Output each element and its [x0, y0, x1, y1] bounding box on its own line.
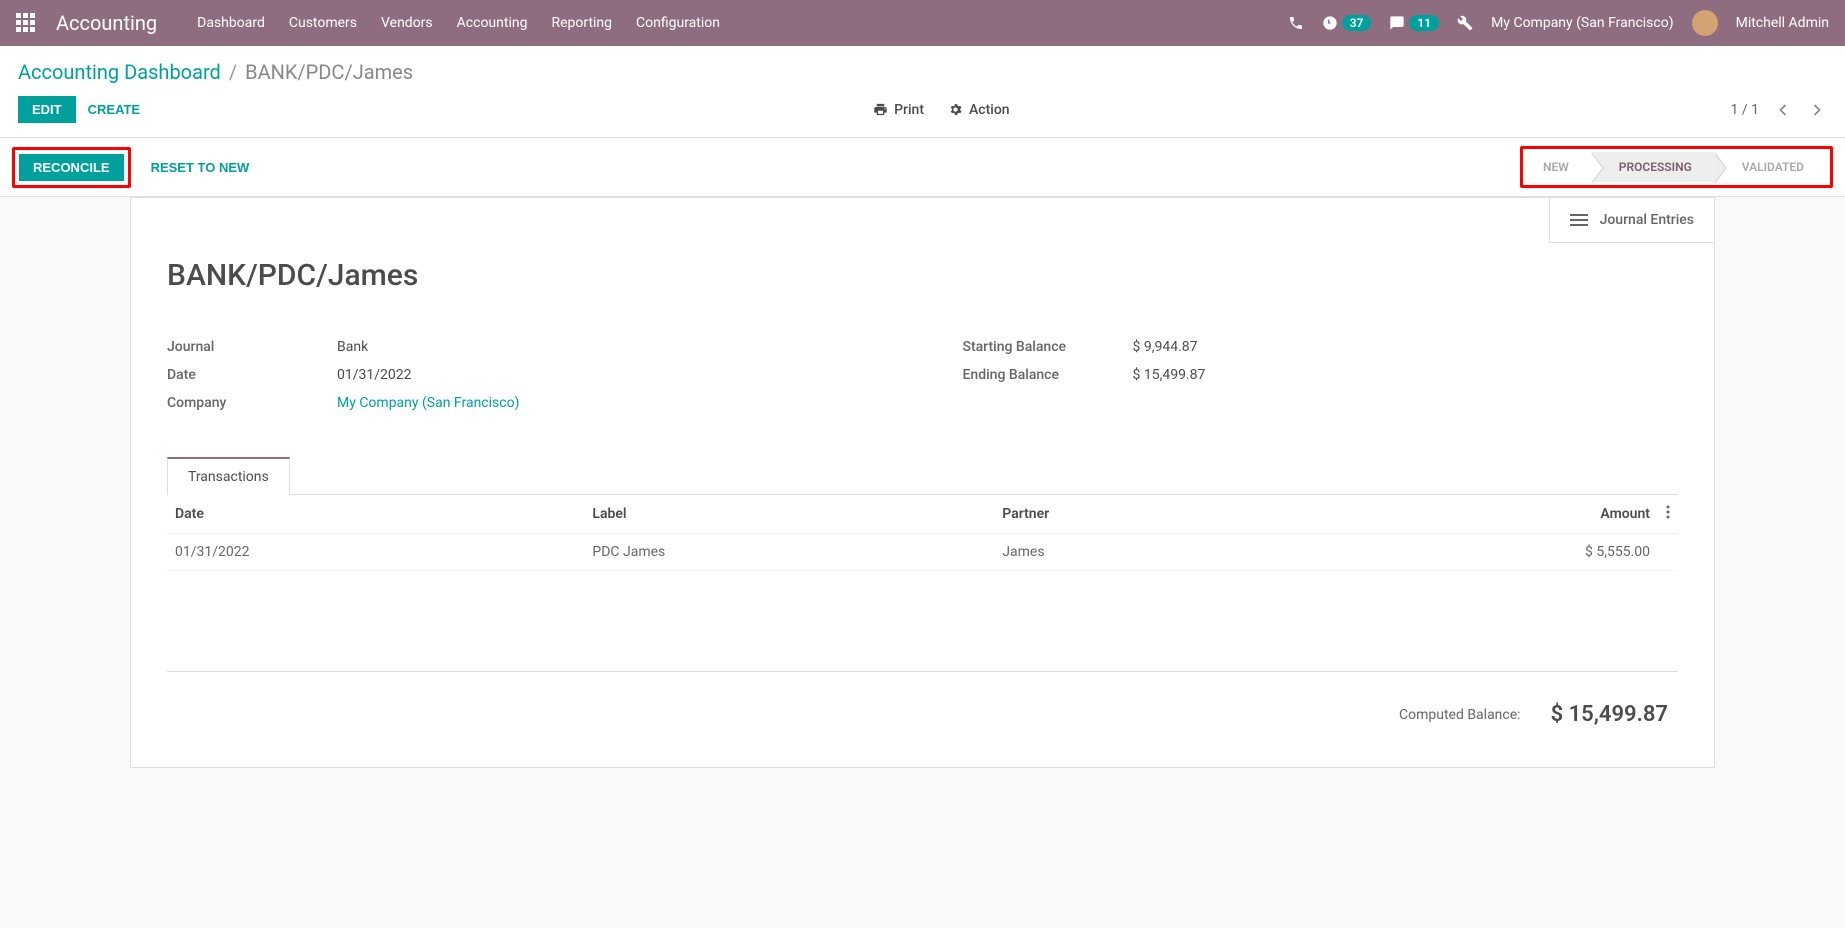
computed-balance-label: Computed Balance:: [1399, 707, 1521, 723]
breadcrumb-sep: /: [229, 60, 237, 84]
print-label: Print: [894, 102, 924, 118]
td-amount: $ 5,555.00: [1284, 534, 1658, 571]
td-date: 01/31/2022: [167, 534, 584, 571]
nav-configuration[interactable]: Configuration: [636, 15, 720, 31]
transactions-table: Date Label Partner Amount 01/31/2022 PDC…: [167, 495, 1678, 571]
company-name[interactable]: My Company (San Francisco): [1491, 15, 1673, 31]
chat-icon: [1389, 15, 1405, 31]
ending-balance-label: Ending Balance: [963, 367, 1133, 383]
company-value[interactable]: My Company (San Francisco): [337, 395, 519, 411]
nav-accounting[interactable]: Accounting: [457, 15, 528, 31]
gear-icon: [948, 102, 963, 117]
computed-balance-row: Computed Balance: $ 15,499.87: [167, 671, 1678, 737]
top-navbar: Accounting Dashboard Customers Vendors A…: [0, 0, 1845, 46]
app-brand[interactable]: Accounting: [56, 11, 157, 35]
computed-balance-value: $ 15,499.87: [1551, 702, 1668, 727]
record-title: BANK/PDC/James: [167, 258, 1678, 293]
action-button[interactable]: Action: [948, 102, 1010, 118]
date-label: Date: [167, 367, 337, 383]
action-bar: EDIT CREATE Print Action 1 / 1: [0, 92, 1845, 138]
reset-button[interactable]: RESET TO NEW: [139, 154, 262, 181]
action-center: Print Action: [152, 102, 1730, 118]
th-date[interactable]: Date: [167, 495, 584, 534]
company-label: Company: [167, 395, 337, 411]
apps-icon[interactable]: [16, 13, 36, 33]
nav-customers[interactable]: Customers: [289, 15, 357, 31]
discuss-badge: 11: [1409, 15, 1439, 31]
action-label: Action: [969, 102, 1010, 118]
form-card: Journal Entries BANK/PDC/James Journal B…: [130, 197, 1715, 768]
nav-vendors[interactable]: Vendors: [381, 15, 433, 31]
pager-text: 1 / 1: [1731, 102, 1759, 118]
status-bar: RECONCILE RESET TO NEW NEW PROCESSING VA…: [0, 138, 1845, 197]
print-button[interactable]: Print: [873, 102, 924, 118]
highlight-status-steps: NEW PROCESSING VALIDATED: [1520, 146, 1833, 188]
journal-label: Journal: [167, 339, 337, 355]
date-value: 01/31/2022: [337, 367, 412, 383]
kebab-icon: [1666, 505, 1670, 519]
fields-left: Journal Bank Date 01/31/2022 Company My …: [167, 333, 883, 417]
fields-right: Starting Balance $ 9,944.87 Ending Balan…: [963, 333, 1679, 417]
print-icon: [873, 102, 888, 117]
ending-balance-value: $ 15,499.87: [1133, 367, 1206, 383]
status-processing[interactable]: PROCESSING: [1591, 152, 1714, 182]
status-steps: NEW PROCESSING VALIDATED: [1527, 152, 1826, 182]
status-new[interactable]: NEW: [1527, 152, 1591, 182]
breadcrumb-parent[interactable]: Accounting Dashboard: [18, 60, 221, 84]
breadcrumb: Accounting Dashboard / BANK/PDC/James: [0, 46, 1845, 92]
tab-header: Transactions: [167, 457, 1678, 495]
user-name[interactable]: Mitchell Admin: [1736, 15, 1829, 31]
navbar-right: 37 11 My Company (San Francisco) Mitchel…: [1288, 10, 1829, 36]
edit-button[interactable]: EDIT: [18, 96, 76, 123]
discuss-indicator[interactable]: 11: [1389, 15, 1439, 31]
content-wrap: Journal Entries BANK/PDC/James Journal B…: [0, 197, 1845, 808]
th-amount[interactable]: Amount: [1284, 495, 1658, 534]
user-avatar[interactable]: [1692, 10, 1718, 36]
th-label[interactable]: Label: [584, 495, 994, 534]
starting-balance-value: $ 9,944.87: [1133, 339, 1198, 355]
clock-icon: [1322, 15, 1338, 31]
phone-icon[interactable]: [1288, 15, 1304, 31]
breadcrumb-current: BANK/PDC/James: [245, 60, 413, 84]
reconcile-button[interactable]: RECONCILE: [19, 154, 124, 181]
journal-value: Bank: [337, 339, 368, 355]
status-validated[interactable]: VALIDATED: [1714, 152, 1826, 182]
hamburger-icon: [1570, 214, 1588, 226]
th-partner[interactable]: Partner: [994, 495, 1284, 534]
chevron-right-icon[interactable]: [1807, 100, 1827, 120]
nav-dashboard[interactable]: Dashboard: [197, 15, 265, 31]
td-partner: James: [994, 534, 1284, 571]
highlight-reconcile: RECONCILE: [12, 147, 131, 188]
journal-entries-label: Journal Entries: [1600, 212, 1694, 228]
chevron-left-icon[interactable]: [1773, 100, 1793, 120]
starting-balance-label: Starting Balance: [963, 339, 1133, 355]
nav-links: Dashboard Customers Vendors Accounting R…: [197, 15, 1288, 31]
tab-transactions[interactable]: Transactions: [167, 457, 290, 495]
td-label: PDC James: [584, 534, 994, 571]
pager: 1 / 1: [1731, 100, 1827, 120]
create-button[interactable]: CREATE: [76, 96, 152, 123]
activity-badge: 37: [1342, 15, 1372, 31]
journal-entries-button[interactable]: Journal Entries: [1549, 198, 1714, 243]
th-menu[interactable]: [1658, 495, 1678, 534]
activity-indicator[interactable]: 37: [1322, 15, 1372, 31]
nav-reporting[interactable]: Reporting: [551, 15, 612, 31]
table-row[interactable]: 01/31/2022 PDC James James $ 5,555.00: [167, 534, 1678, 571]
tools-icon[interactable]: [1457, 15, 1473, 31]
